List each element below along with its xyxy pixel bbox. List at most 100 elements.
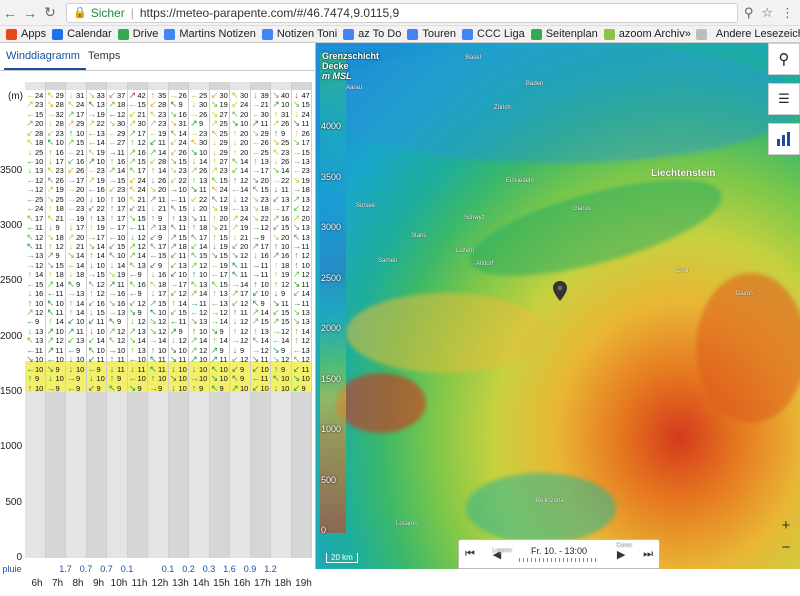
hour-label: 16h	[233, 578, 251, 589]
map-place-label: Baden	[526, 81, 544, 87]
wind-speed: 9	[137, 383, 142, 393]
sliders-icon: ☰	[778, 91, 790, 106]
bookmark-item[interactable]: Calendar	[52, 28, 112, 40]
hour-label: 13h	[172, 578, 189, 589]
map-place-label: Como	[616, 543, 633, 549]
wind-cell: ↘ 9	[129, 383, 150, 394]
wind-arrow-icon: ↖	[108, 382, 116, 393]
map-view[interactable]: Grenzschicht Decke m MSL Liechtenstein ⚲…	[316, 43, 800, 569]
hour-label: 6h	[31, 578, 43, 589]
wind-arrow-icon: ↙	[251, 382, 260, 393]
first-frame-icon[interactable]: ⏮	[465, 548, 475, 561]
bookmark-item[interactable]: CCC Liga	[462, 28, 525, 40]
bookmark-icon	[52, 28, 64, 40]
wind-speed: 10	[260, 383, 269, 393]
wind-cell: → 9	[47, 383, 68, 394]
wind-arrow-icon: ↑	[191, 382, 197, 393]
bookmark-item[interactable]: Martins Notizen	[164, 28, 256, 40]
hour-label: 19h	[295, 578, 312, 589]
wind-grid: ← 24 ↗ 23 ← 15 ↗ 20 ↙ 28 ↖ 18 ↓ 25 ← 10 ↓ 13 ← 12 → 12 ← 25 ← 24 ↖…	[25, 82, 312, 558]
wind-cell: → 9	[149, 383, 170, 394]
bookmark-item[interactable]: Apps	[6, 28, 46, 40]
bookmark-item[interactable]: azoom Archiv	[603, 28, 685, 40]
time-label: Fr. 10. - 13:00	[530, 546, 588, 556]
bookmark-item[interactable]: az To Do	[343, 28, 401, 40]
hour-label: 10h	[110, 578, 128, 589]
elevation-scale-label: 3500	[321, 171, 342, 182]
last-frame-icon[interactable]: ⏭	[643, 548, 653, 561]
address-bar[interactable]: 🔒 Sicher | https://meteo-parapente.com/#…	[66, 2, 738, 23]
wind-speed: 9	[158, 383, 163, 393]
hour-label: 15h	[213, 578, 230, 589]
bookmark-item[interactable]: Notizen Toni	[261, 28, 337, 40]
zoom-in-button[interactable]: +	[776, 517, 796, 537]
settings-button[interactable]: ☰	[768, 83, 800, 115]
wind-arrow-icon: ↙	[292, 382, 301, 393]
altitude-tick: 1500	[0, 385, 23, 397]
wind-cell: ↓ 10	[272, 383, 293, 394]
hour-label: 18h	[274, 578, 292, 589]
wind-arrow-icon: ↗	[231, 382, 239, 393]
rain-value: 0.2	[182, 564, 195, 574]
map-place-label: Bellinzona	[536, 498, 564, 504]
wind-arrow-icon: ↓	[171, 382, 176, 393]
wind-arrow-icon: ↑	[27, 382, 33, 393]
other-bookmarks[interactable]: Andere Lesezeichen	[716, 28, 800, 40]
search-icon[interactable]: ⚲	[744, 5, 754, 21]
browser-toolbar: ← → ↻ 🔒 Sicher | https://meteo-parapente…	[0, 0, 800, 26]
panel-tabs: Winddiagramm Temps	[0, 43, 315, 71]
wind-speed: 9	[117, 383, 122, 393]
wind-cell: ↗ 10	[231, 383, 252, 394]
rain-value: 0.9	[243, 564, 257, 574]
hour-label: 7h	[51, 578, 64, 589]
lock-icon: 🔒	[73, 7, 87, 19]
wind-arrow-icon: →	[149, 382, 158, 393]
tab-temps[interactable]: Temps	[86, 50, 126, 70]
elevation-scale-label: 4000	[321, 121, 342, 131]
bookmark-item[interactable]: Seitenplan	[530, 28, 598, 40]
bookmark-icon	[343, 28, 355, 40]
star-icon[interactable]: ☆	[761, 5, 773, 21]
bookmark-icon	[530, 28, 542, 40]
wind-cell: ↖ 9	[108, 383, 129, 394]
wind-arrow-icon: →	[46, 382, 56, 393]
search-icon: ⚲	[778, 51, 790, 68]
bookmark-item[interactable]: Touren	[407, 28, 456, 40]
bookmark-icon	[164, 28, 176, 40]
altitude-unit: (m)	[8, 91, 23, 102]
menu-icon[interactable]: ⋮	[781, 5, 794, 21]
wind-speed: 9	[301, 383, 306, 393]
time-slider[interactable]	[519, 558, 599, 562]
map-place-label: Glarus	[573, 206, 591, 212]
back-icon[interactable]: ←	[0, 3, 20, 23]
elevation-scale-label: 1000	[321, 424, 342, 434]
bookmark-icon	[6, 28, 17, 40]
tab-winddiagramm[interactable]: Winddiagramm	[4, 50, 86, 70]
scale-bar: 20 km	[326, 553, 358, 563]
forward-icon[interactable]: →	[20, 3, 40, 23]
altitude-tick: 0	[16, 552, 22, 563]
location-pin-icon[interactable]	[553, 281, 567, 301]
rain-label: pluie	[2, 564, 22, 574]
next-frame-icon[interactable]: ▶	[617, 548, 625, 561]
elevation-scale-label: 2000	[321, 323, 342, 333]
wind-cell: ↑ 9	[190, 383, 211, 394]
zoom-out-button[interactable]: −	[776, 539, 796, 559]
bookmarks-overflow[interactable]: »	[685, 28, 691, 40]
map-place-label: Stans	[411, 233, 427, 239]
wind-speed: 10	[178, 383, 187, 393]
bookmark-icon	[603, 28, 615, 40]
wind-speed: 10	[240, 383, 249, 393]
search-button[interactable]: ⚲	[768, 43, 800, 75]
wind-speed: 10	[281, 383, 290, 393]
reload-icon[interactable]: ↻	[40, 3, 60, 23]
map-place-label: Schwyz	[464, 215, 485, 221]
elevation-scale-label: 0	[321, 525, 327, 535]
chart-button[interactable]	[768, 123, 800, 155]
bookmark-item[interactable]: Drive	[117, 28, 158, 40]
rain-value: 0.7	[100, 564, 113, 574]
elevation-scale-label: 500	[321, 474, 337, 485]
altitude-tick: 2500	[0, 275, 23, 287]
wind-cell: ↙ 9	[293, 383, 314, 394]
region-label: Liechtenstein	[651, 168, 716, 179]
